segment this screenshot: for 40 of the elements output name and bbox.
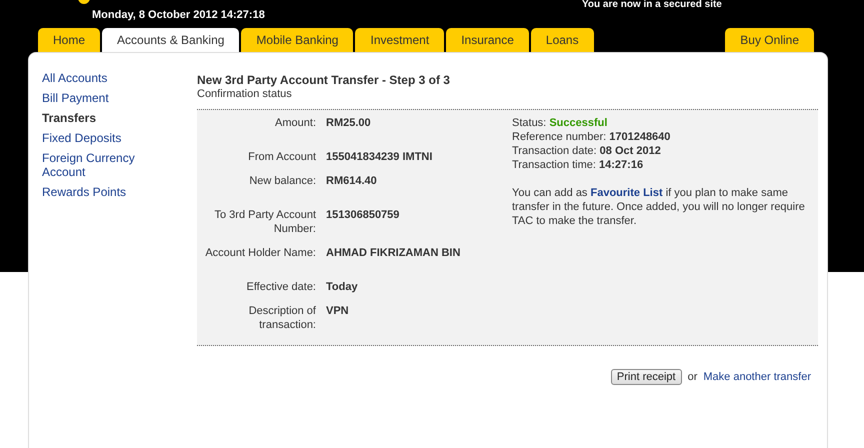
nav-tab[interactable]: Home xyxy=(38,28,100,52)
nav-tab[interactable]: Insurance xyxy=(446,28,529,52)
status-line: Reference number: 1701248640 xyxy=(512,130,672,144)
sidebar-item[interactable]: Rewards Points xyxy=(42,185,126,199)
field-value: RM25.00 xyxy=(326,116,371,130)
field-label: Amount: xyxy=(274,116,316,130)
secure-notice: You are now in a secured site xyxy=(582,0,722,10)
print-receipt-button[interactable]: Print receipt xyxy=(610,369,682,385)
sidebar-item[interactable]: All Accounts xyxy=(42,71,108,85)
status-line: Transaction date: 08 Oct 2012 xyxy=(512,144,662,158)
date-time: Monday, 8 October 2012 14:27:18 xyxy=(92,9,265,22)
field-label: New balance: xyxy=(248,174,316,188)
status-line: Transaction time: 14:27:16 xyxy=(512,158,644,172)
field-label: To 3rd Party Account Number: xyxy=(214,208,316,236)
nav-tab[interactable]: Mobile Banking xyxy=(241,28,354,52)
sidebar-item[interactable]: Transfers xyxy=(42,111,96,125)
nav-tab[interactable]: Loans xyxy=(530,28,594,52)
nav-tab[interactable]: Investment xyxy=(355,28,444,52)
field-label: Effective date: xyxy=(245,280,316,294)
or-text: or xyxy=(688,371,698,383)
favourite-note: You can add as Favourite List if you plan to make same transfer in the future. Once added, you will no longer require TAC to make the transfer. xyxy=(512,186,806,228)
buy-online-tab[interactable]: Buy Online xyxy=(725,28,814,52)
field-label: Description of transaction: xyxy=(248,304,316,332)
sidebar-item[interactable]: Foreign Currency Account xyxy=(42,151,152,179)
favourite-list-link[interactable]: Favourite List xyxy=(590,187,663,199)
field-value: 155041834239 IMTNI xyxy=(326,150,432,164)
sidebar-item[interactable]: Fixed Deposits xyxy=(42,131,122,145)
field-value: VPN xyxy=(326,304,349,319)
status-line: Status: Successful xyxy=(512,116,608,130)
page-subtitle: Confirmation status xyxy=(197,88,293,100)
nav-tab[interactable]: Accounts & Banking xyxy=(102,28,240,52)
field-value: 151306850759 xyxy=(326,208,400,223)
page-title: New 3rd Party Account Transfer - Step 3 of 3 xyxy=(197,73,451,87)
field-label: Account Holder Name: xyxy=(204,246,316,260)
field-value: Today xyxy=(326,280,358,294)
field-value: RM614.40 xyxy=(326,174,377,188)
sidebar-item[interactable]: Bill Payment xyxy=(42,91,109,105)
make-another-transfer-link[interactable]: Make another transfer xyxy=(703,371,811,383)
field-label: From Account xyxy=(247,150,316,164)
field-value: AHMAD FIKRIZAMAN BIN xyxy=(326,246,460,260)
